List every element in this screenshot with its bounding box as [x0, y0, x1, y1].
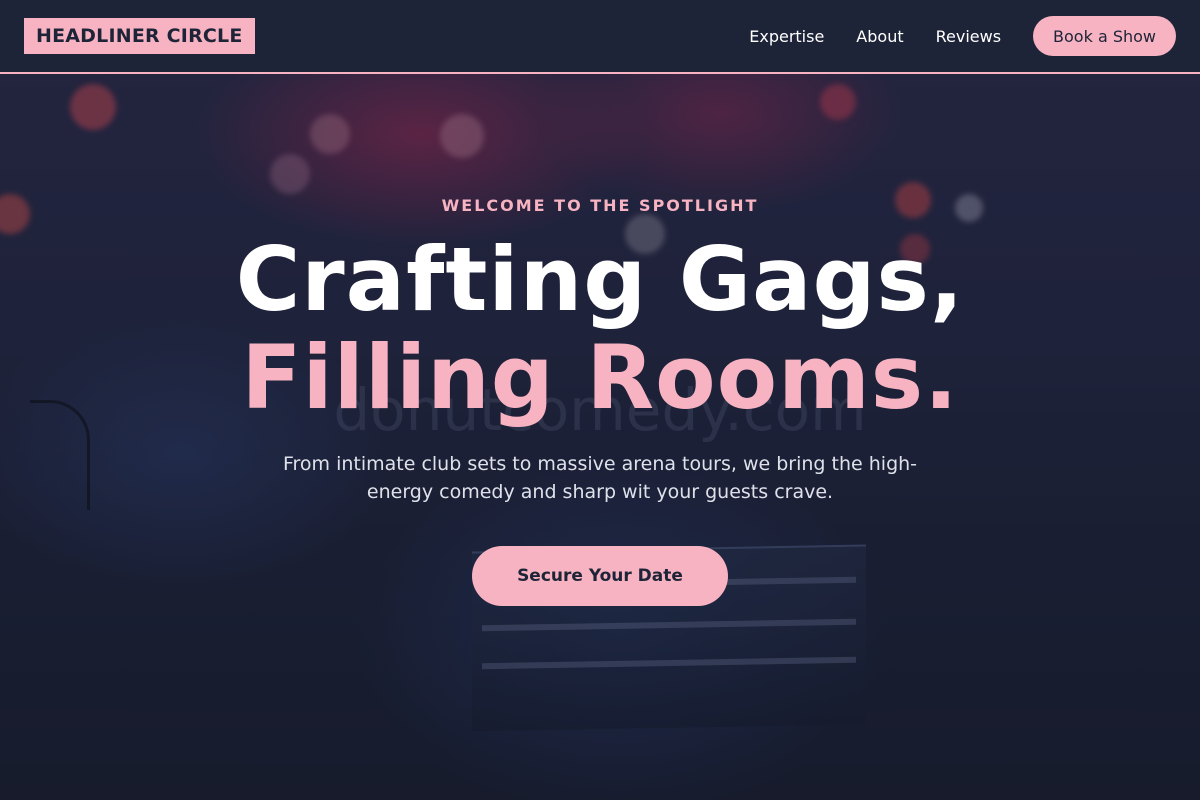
site-header: HEADLINER CIRCLE Expertise About Reviews…: [0, 0, 1200, 74]
secure-date-button[interactable]: Secure Your Date: [472, 546, 728, 606]
hero-eyebrow: WELCOME TO THE SPOTLIGHT: [441, 196, 759, 215]
main-nav: Expertise About Reviews Book a Show: [749, 16, 1176, 56]
hero-headline-line2: Filling Rooms.: [241, 326, 959, 429]
brand-logo[interactable]: HEADLINER CIRCLE: [24, 18, 255, 54]
nav-link-about[interactable]: About: [856, 27, 903, 46]
book-show-button[interactable]: Book a Show: [1033, 16, 1176, 56]
hero-headline-line1: Crafting Gags,: [235, 228, 965, 331]
hero-subtitle: From intimate club sets to massive arena…: [282, 453, 918, 503]
nav-link-expertise[interactable]: Expertise: [749, 27, 824, 46]
nav-link-reviews[interactable]: Reviews: [936, 27, 1001, 46]
hero-section: donutcomedy.com WELCOME TO THE SPOTLIGHT…: [0, 74, 1200, 800]
